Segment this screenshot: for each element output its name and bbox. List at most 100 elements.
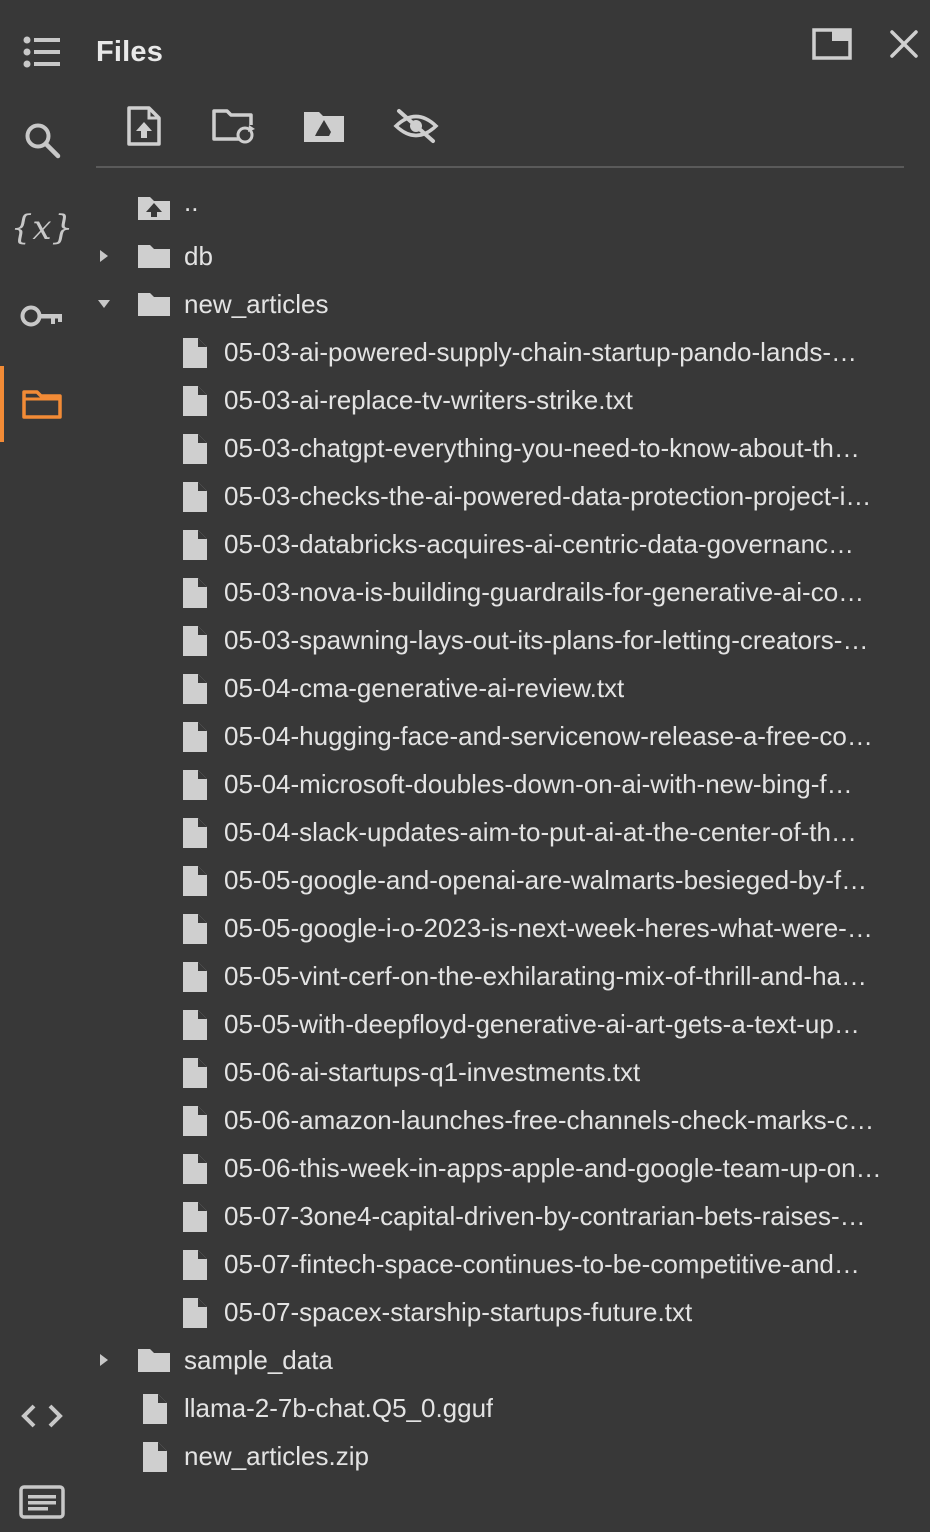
file-row[interactable]: 05-06-this-week-in-apps-apple-and-google… xyxy=(84,1144,930,1192)
folder-icon xyxy=(136,241,172,271)
file-row[interactable]: 05-03-chatgpt-everything-you-need-to-kno… xyxy=(84,424,930,472)
code-snippets-button[interactable] xyxy=(0,1376,84,1456)
file-row[interactable]: 05-03-databricks-acquires-ai-centric-dat… xyxy=(84,520,930,568)
file-label: llama-2-7b-chat.Q5_0.gguf xyxy=(184,1393,494,1423)
file-label: 05-03-nova-is-building-guardrails-for-ge… xyxy=(224,577,865,607)
open-in-tab-button[interactable] xyxy=(808,24,856,68)
file-row[interactable]: 05-03-spawning-lays-out-its-plans-for-le… xyxy=(84,616,930,664)
secrets-button[interactable] xyxy=(0,276,84,356)
file-label: 05-03-chatgpt-everything-you-need-to-kno… xyxy=(224,433,860,463)
file-icon xyxy=(180,768,210,802)
new-articles-children: 05-03-ai-powered-supply-chain-startup-pa… xyxy=(84,328,930,1336)
file-row[interactable]: 05-04-slack-updates-aim-to-put-ai-at-the… xyxy=(84,808,930,856)
file-label: new_articles.zip xyxy=(184,1441,369,1471)
table-of-contents-icon xyxy=(22,35,62,69)
file-label: 05-05-vint-cerf-on-the-exhilarating-mix-… xyxy=(224,961,868,991)
file-label: 05-05-with-deepfloyd-generative-ai-art-g… xyxy=(224,1009,860,1039)
file-icon xyxy=(180,432,210,466)
secrets-key-icon xyxy=(20,303,64,329)
file-icon xyxy=(180,1296,210,1330)
file-row[interactable]: 05-06-amazon-launches-free-channels-chec… xyxy=(84,1096,930,1144)
files-button[interactable] xyxy=(0,364,84,444)
folder-label: new_articles xyxy=(184,289,329,319)
file-icon xyxy=(180,624,210,658)
file-row[interactable]: 05-03-checks-the-ai-powered-data-protect… xyxy=(84,472,930,520)
upload-file-button[interactable] xyxy=(112,100,176,156)
file-row[interactable]: 05-03-ai-replace-tv-writers-strike.txt xyxy=(84,376,930,424)
expand-caret-icon[interactable] xyxy=(94,1350,114,1370)
file-row[interactable]: 05-05-google-and-openai-are-walmarts-bes… xyxy=(84,856,930,904)
file-label: 05-03-databricks-acquires-ai-centric-dat… xyxy=(224,529,855,559)
variables-button[interactable]: {x} xyxy=(0,188,84,268)
file-row[interactable]: new_articles.zip xyxy=(84,1432,930,1480)
table-of-contents-button[interactable] xyxy=(0,12,84,92)
file-label: 05-05-google-i-o-2023-is-next-week-heres… xyxy=(224,913,873,943)
file-label: 05-06-amazon-launches-free-channels-chec… xyxy=(224,1105,875,1135)
file-tree: .. db new_articles 05-03-ai-powered-supp… xyxy=(84,184,930,1480)
file-label: 05-04-slack-updates-aim-to-put-ai-at-the… xyxy=(224,817,857,847)
file-label: 05-03-ai-replace-tv-writers-strike.txt xyxy=(224,385,633,415)
file-row[interactable]: 05-05-google-i-o-2023-is-next-week-heres… xyxy=(84,904,930,952)
file-icon xyxy=(180,1152,210,1186)
mount-drive-icon xyxy=(302,108,346,149)
file-row[interactable]: 05-06-ai-startups-q1-investments.txt xyxy=(84,1048,930,1096)
mount-drive-button[interactable] xyxy=(292,100,356,156)
file-label: 05-05-google-and-openai-are-walmarts-bes… xyxy=(224,865,868,895)
file-label: 05-04-microsoft-doubles-down-on-ai-with-… xyxy=(224,769,853,799)
folder-row-sample-data[interactable]: sample_data xyxy=(84,1336,930,1384)
file-label: 05-04-cma-generative-ai-review.txt xyxy=(224,673,625,703)
left-rail: {x} xyxy=(0,0,84,1532)
collapse-caret-icon[interactable] xyxy=(94,294,114,314)
search-icon xyxy=(23,121,61,159)
folder-row-new-articles[interactable]: new_articles xyxy=(84,280,930,328)
file-row[interactable]: 05-04-cma-generative-ai-review.txt xyxy=(84,664,930,712)
expand-caret-icon[interactable] xyxy=(94,246,114,266)
file-icon xyxy=(180,1008,210,1042)
files-toolbar xyxy=(96,100,904,160)
file-icon xyxy=(180,864,210,898)
search-button[interactable] xyxy=(0,100,84,180)
folder-row-db[interactable]: db xyxy=(84,232,930,280)
upload-file-icon xyxy=(126,105,162,152)
file-row[interactable]: 05-03-ai-powered-supply-chain-startup-pa… xyxy=(84,328,930,376)
terminal-icon xyxy=(19,1485,65,1519)
file-label: 05-06-ai-startups-q1-investments.txt xyxy=(224,1057,641,1087)
close-icon xyxy=(889,29,919,64)
parent-folder-icon xyxy=(136,193,172,223)
file-icon xyxy=(180,672,210,706)
refresh-button[interactable] xyxy=(202,100,266,156)
file-row[interactable]: 05-07-3one4-capital-driven-by-contrarian… xyxy=(84,1192,930,1240)
close-panel-button[interactable] xyxy=(880,24,928,68)
file-icon xyxy=(180,1056,210,1090)
file-row[interactable]: 05-05-with-deepfloyd-generative-ai-art-g… xyxy=(84,1000,930,1048)
file-row[interactable]: 05-05-vint-cerf-on-the-exhilarating-mix-… xyxy=(84,952,930,1000)
root-files: llama-2-7b-chat.Q5_0.gguf new_articles.zi… xyxy=(84,1384,930,1480)
file-icon xyxy=(180,1248,210,1282)
file-icon xyxy=(180,528,210,562)
file-row[interactable]: 05-07-spacex-starship-startups-future.tx… xyxy=(84,1288,930,1336)
folder-icon xyxy=(21,387,63,421)
variables-icon: {x} xyxy=(10,208,74,248)
file-row[interactable]: llama-2-7b-chat.Q5_0.gguf xyxy=(84,1384,930,1432)
panel-title: Files xyxy=(96,36,164,68)
file-icon xyxy=(180,912,210,946)
file-icon xyxy=(180,960,210,994)
file-row[interactable]: 05-03-nova-is-building-guardrails-for-ge… xyxy=(84,568,930,616)
folder-label: sample_data xyxy=(184,1345,333,1375)
folder-label: db xyxy=(184,241,213,271)
parent-directory-label: .. xyxy=(184,187,199,217)
terminal-button[interactable] xyxy=(0,1462,84,1532)
file-row[interactable]: 05-07-fintech-space-continues-to-be-comp… xyxy=(84,1240,930,1288)
file-icon xyxy=(180,384,210,418)
file-icon xyxy=(180,720,210,754)
file-row[interactable]: 05-04-hugging-face-and-servicenow-releas… xyxy=(84,712,930,760)
parent-directory-row[interactable]: .. xyxy=(84,184,930,232)
file-icon xyxy=(180,1104,210,1138)
hide-files-button[interactable] xyxy=(384,100,448,156)
file-label: 05-03-ai-powered-supply-chain-startup-pa… xyxy=(224,337,857,367)
file-label: 05-03-checks-the-ai-powered-data-protect… xyxy=(224,481,872,511)
file-icon xyxy=(140,1440,170,1474)
file-row[interactable]: 05-04-microsoft-doubles-down-on-ai-with-… xyxy=(84,760,930,808)
file-label: 05-07-spacex-starship-startups-future.tx… xyxy=(224,1297,693,1327)
open-in-tab-icon xyxy=(812,27,852,65)
